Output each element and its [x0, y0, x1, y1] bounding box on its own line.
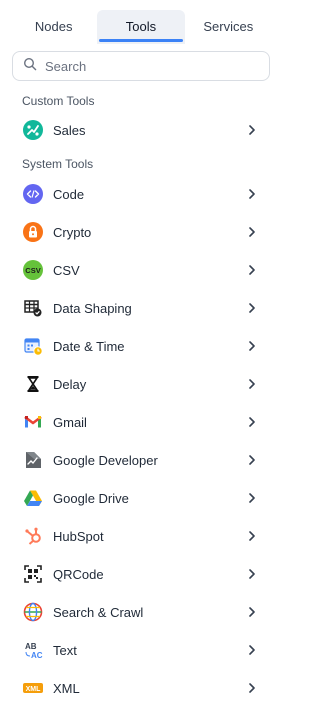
tool-item-label: CSV	[53, 262, 80, 278]
tool-item-code[interactable]: Code	[12, 179, 270, 209]
chevron-right-icon	[244, 224, 260, 240]
text-ab-icon: AB AC	[22, 639, 44, 661]
search-box[interactable]	[12, 51, 270, 81]
chevron-right-icon	[244, 376, 260, 392]
google-developer-icon	[22, 449, 44, 471]
tool-item-hubspot[interactable]: HubSpot	[12, 521, 270, 551]
chevron-right-icon	[244, 452, 260, 468]
sales-icon	[22, 119, 44, 141]
tool-item-gmail[interactable]: Gmail	[12, 407, 270, 437]
csv-icon: CSV	[22, 259, 44, 281]
tool-item-sales[interactable]: Sales	[12, 115, 270, 145]
tool-item-label: Gmail	[53, 414, 87, 430]
chevron-right-icon	[244, 566, 260, 582]
tool-item-data-shaping[interactable]: Data Shaping	[12, 293, 270, 323]
hourglass-icon	[22, 373, 44, 395]
tool-item-label: Google Drive	[53, 490, 129, 506]
lock-icon	[22, 221, 44, 243]
svg-text:CSV: CSV	[25, 266, 40, 275]
tab-services[interactable]: Services	[185, 10, 272, 44]
tab-tools[interactable]: Tools	[97, 10, 185, 44]
chevron-right-icon	[244, 528, 260, 544]
chevron-right-icon	[244, 122, 260, 138]
gmail-icon	[22, 411, 44, 433]
svg-text:AC: AC	[31, 651, 43, 660]
svg-text:AB: AB	[25, 642, 37, 651]
table-check-icon	[22, 297, 44, 319]
globe-icon	[22, 601, 44, 623]
chevron-right-icon	[244, 300, 260, 316]
tool-item-text[interactable]: AB AC Text	[12, 635, 270, 665]
tool-item-label: Text	[53, 642, 77, 658]
chevron-right-icon	[244, 604, 260, 620]
tool-item-xml[interactable]: XML XML	[12, 673, 270, 703]
tool-item-csv[interactable]: CSV CSV	[12, 255, 270, 285]
tab-bar: Nodes Tools Services	[10, 10, 272, 44]
chevron-right-icon	[244, 414, 260, 430]
search-input[interactable]	[45, 58, 245, 74]
svg-text:XML: XML	[26, 686, 42, 693]
tool-item-search-crawl[interactable]: Search & Crawl	[12, 597, 270, 627]
chevron-right-icon	[244, 490, 260, 506]
section-system-tools: System Tools	[22, 157, 94, 171]
tool-item-label: Sales	[53, 122, 86, 138]
tab-label: Nodes	[34, 19, 73, 34]
search-icon	[23, 57, 37, 76]
section-custom-tools: Custom Tools	[22, 94, 95, 108]
tool-item-label: QRCode	[53, 566, 104, 582]
tool-item-label: XML	[53, 680, 80, 696]
xml-icon: XML	[22, 677, 44, 699]
calendar-clock-icon	[22, 335, 44, 357]
tool-item-crypto[interactable]: Crypto	[12, 217, 270, 247]
tool-item-label: Delay	[53, 376, 87, 392]
chevron-right-icon	[244, 338, 260, 354]
tool-item-label: HubSpot	[53, 528, 104, 544]
tool-item-qrcode[interactable]: QRCode	[12, 559, 270, 589]
hubspot-icon	[22, 525, 44, 547]
chevron-right-icon	[244, 680, 260, 696]
tab-label: Services	[203, 19, 254, 34]
tool-item-label: Search & Crawl	[53, 604, 144, 620]
chevron-right-icon	[244, 262, 260, 278]
tab-label: Tools	[125, 19, 157, 34]
tool-item-google-developer[interactable]: Google Developer	[12, 445, 270, 475]
qrcode-icon	[22, 563, 44, 585]
tool-item-delay[interactable]: Delay	[12, 369, 270, 399]
chevron-right-icon	[244, 186, 260, 202]
tab-nodes[interactable]: Nodes	[10, 10, 97, 44]
tool-item-date-time[interactable]: Date & Time	[12, 331, 270, 361]
tool-item-label: Data Shaping	[53, 300, 132, 316]
chevron-right-icon	[244, 642, 260, 658]
tool-item-label: Crypto	[53, 224, 92, 240]
tool-item-label: Google Developer	[53, 452, 158, 468]
google-drive-icon	[22, 487, 44, 509]
tool-item-google-drive[interactable]: Google Drive	[12, 483, 270, 513]
tool-item-label: Code	[53, 186, 85, 202]
code-icon	[22, 183, 44, 205]
tool-item-label: Date & Time	[53, 338, 125, 354]
